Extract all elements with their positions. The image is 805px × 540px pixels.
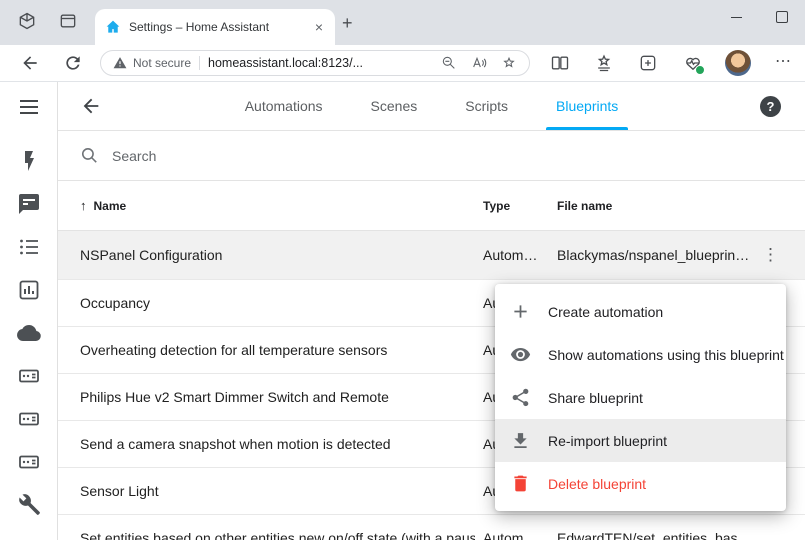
eye-icon [510,344,531,365]
row-name: Overheating detection for all temperatur… [80,342,475,358]
help-icon[interactable]: ? [760,96,781,117]
menu-item-reimport-blueprint[interactable]: Re-import blueprint [495,419,786,462]
home-assistant-favicon [105,19,121,35]
search-icon [80,146,99,165]
server-icon-1[interactable] [17,364,41,388]
address-divider [199,56,200,70]
row-type: Autom… [483,247,537,263]
row-name: Set entities based on other entities new… [80,530,475,540]
favorite-star-icon[interactable] [501,55,517,71]
tab-automations[interactable]: Automations [221,82,347,130]
menu-item-label: Show automations using this blueprint [548,347,784,363]
not-secure-warning-icon [113,56,127,70]
essentials-status-badge [695,65,705,75]
server-icon-3[interactable] [17,450,41,474]
menu-item-label: Share blueprint [548,390,643,406]
tab-scripts[interactable]: Scripts [441,82,532,130]
new-tab-button[interactable]: + [342,13,353,33]
refresh-button[interactable] [63,53,83,73]
lightning-icon[interactable] [17,149,41,173]
share-icon [510,387,531,408]
row-name: Occupancy [80,295,475,311]
minimize-button[interactable] [713,0,759,34]
address-bar[interactable]: Not secure homeassistant.local:8123/... [100,50,530,76]
browser-essentials-icon[interactable] [683,53,703,73]
window-controls [713,0,805,34]
server-icon-2[interactable] [17,407,41,431]
table-row[interactable]: NSPanel Configuration Autom… Blackymas/n… [58,231,805,280]
ha-header: Automations Scenes Scripts Blueprints ? [58,82,805,131]
search-placeholder: Search [112,148,156,164]
table-row[interactable]: Set entities based on other entities new… [58,515,805,540]
sort-ascending-icon: ↑ [80,198,87,213]
row-name: Send a camera snapshot when motion is de… [80,436,475,452]
ha-sidebar [0,82,58,540]
browser-back-button[interactable] [20,53,40,73]
column-header-name[interactable]: ↑ Name [80,181,126,230]
row-overflow-menu-icon[interactable]: ⋮ [756,243,785,267]
column-header-file-name[interactable]: File name [557,181,612,230]
wrench-icon[interactable] [17,493,41,517]
row-name: Philips Hue v2 Smart Dimmer Switch and R… [80,389,475,405]
maximize-button[interactable] [759,0,805,34]
menu-item-share-blueprint[interactable]: Share blueprint [495,376,786,419]
minimize-icon [731,17,742,18]
table-header: ↑ Name Type File name [58,181,805,231]
menu-item-show-automations[interactable]: Show automations using this blueprint [495,333,786,376]
column-header-type[interactable]: Type [483,181,510,230]
trash-icon [510,473,531,494]
menu-item-delete-blueprint[interactable]: Delete blueprint [495,462,786,505]
column-name-label: Name [94,199,127,213]
read-aloud-icon[interactable] [471,55,487,71]
browser-titlebar: Settings – Home Assistant × + [0,0,805,45]
blueprint-context-menu: Create automation Show automations using… [495,284,786,511]
row-name: Sensor Light [80,483,475,499]
browser-toolbar: Not secure homeassistant.local:8123/... … [0,45,805,82]
tab-title: Settings – Home Assistant [129,20,313,34]
split-screen-icon[interactable] [550,53,570,73]
menu-item-create-automation[interactable]: Create automation [495,290,786,333]
chat-icon[interactable] [17,192,41,216]
cloud-icon[interactable] [17,321,41,345]
search-input[interactable]: Search [58,131,805,181]
row-file-name: Blackymas/nspanel_blueprin… [557,247,749,263]
chart-icon[interactable] [17,278,41,302]
security-label[interactable]: Not secure [133,56,191,70]
row-name: NSPanel Configuration [80,247,475,263]
menu-item-label: Delete blueprint [548,476,646,492]
tab-blueprints[interactable]: Blueprints [532,82,642,130]
plus-icon [510,301,531,322]
menu-item-label: Re-import blueprint [548,433,667,449]
browser-menu-icon[interactable]: ⋯ [775,51,791,71]
favorites-hub-icon[interactable] [594,53,614,73]
collections-add-icon[interactable] [638,53,658,73]
url-text[interactable]: homeassistant.local:8123/... [208,56,363,70]
ha-tab-bar: Automations Scenes Scripts Blueprints [58,82,805,130]
zoom-icon[interactable] [441,55,457,71]
tab-close-icon[interactable]: × [313,19,325,35]
menu-hamburger-icon[interactable] [17,95,41,119]
profile-avatar[interactable] [725,50,751,76]
browser-tab[interactable]: Settings – Home Assistant × [95,9,335,45]
row-file-name: EdwardTEN/set_entities_bas… [557,530,752,540]
maximize-icon [776,11,788,23]
tab-scenes[interactable]: Scenes [347,82,442,130]
row-type: Autom… [483,530,537,540]
menu-item-label: Create automation [548,304,663,320]
download-icon [510,430,531,451]
list-icon[interactable] [17,235,41,259]
workspaces-icon[interactable] [17,11,39,33]
tab-actions-icon[interactable] [58,11,80,33]
